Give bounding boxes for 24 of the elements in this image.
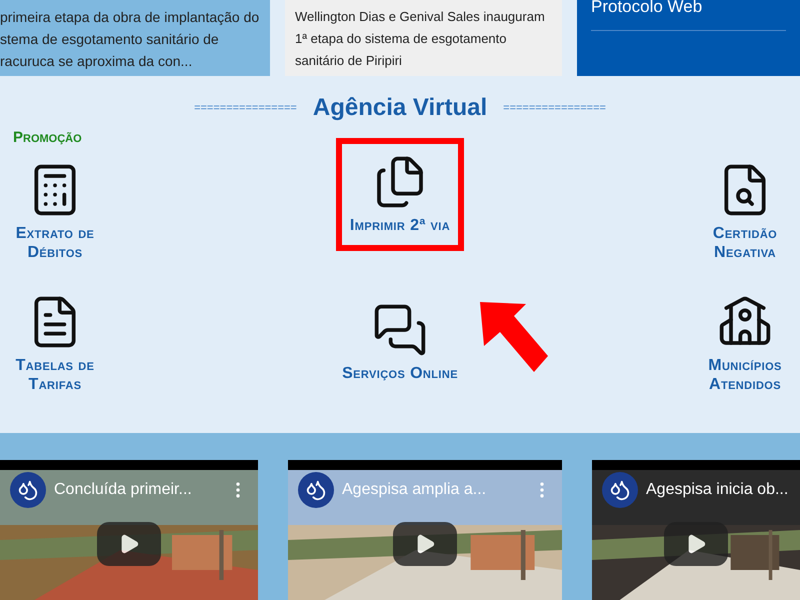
play-button[interactable] — [664, 522, 728, 566]
service-link[interactable]: Serviços Online — [328, 286, 472, 400]
drops-icon — [609, 479, 631, 501]
title-divider: ================ — [194, 100, 297, 116]
promo-label: Promoção — [13, 129, 82, 146]
video-player[interactable]: Agespisa inicia ob... — [592, 460, 800, 600]
drops-icon — [305, 479, 327, 501]
service-link[interactable]: Extrato de Débitos — [2, 146, 108, 278]
video-title: Agespisa amplia a... — [342, 480, 486, 500]
news-text: Wellington Dias e Genival Sales inauguram 1ª etapa do sistema de esgotamento sanitário de Piripiri — [295, 9, 545, 68]
service-link[interactable]: Certidão Negativa — [698, 146, 792, 278]
service-link[interactable]: Municípios Atendidos — [694, 278, 796, 410]
video-player[interactable]: Concluída primeir... — [0, 460, 258, 600]
play-button[interactable] — [393, 522, 457, 566]
menu-link[interactable]: Protocolo Web — [591, 0, 702, 16]
service-link[interactable]: Imprimir 2ª via — [336, 138, 464, 252]
play-button[interactable] — [97, 522, 161, 566]
video-title: Concluída primeir... — [54, 480, 192, 500]
service-link[interactable]: Tabelas de Tarifas — [2, 278, 108, 410]
section-title: Agência Virtual — [312, 93, 488, 124]
news-text: primeira etapa da obra de implantação do stema de esgotamento sanitário de racuruca se aproxima da con... — [0, 9, 260, 69]
title-divider: ================ — [503, 100, 606, 116]
video-title: Agespisa inicia ob... — [646, 480, 788, 500]
drops-icon — [17, 479, 39, 501]
